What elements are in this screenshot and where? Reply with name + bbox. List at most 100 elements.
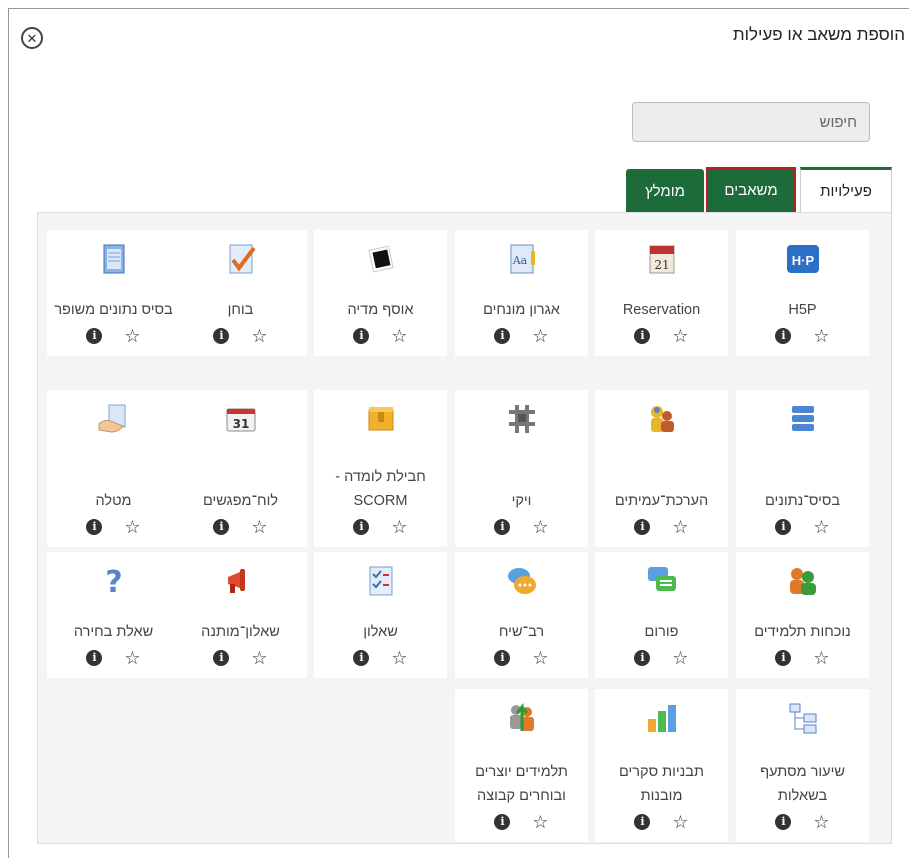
group-choice-icon <box>505 701 539 735</box>
tile-actions: i ☆ <box>455 518 588 536</box>
info-icon[interactable]: i <box>494 650 511 666</box>
info-icon[interactable]: i <box>353 650 370 666</box>
activity-tile[interactable]: ויקי i ☆ <box>455 390 588 547</box>
activity-tile[interactable]: 21 Reservation i ☆ <box>595 230 728 356</box>
star-icon[interactable]: ☆ <box>813 327 829 345</box>
star-icon[interactable]: ☆ <box>532 649 548 667</box>
star-icon[interactable]: ☆ <box>672 518 688 536</box>
glossary-icon: Aa <box>505 242 539 276</box>
activity-tile[interactable]: Aa אגרון מונחים i ☆ <box>455 230 588 356</box>
activity-tile[interactable]: תלמידים יוצרים ובוחרים קבוצה i ☆ <box>455 689 588 842</box>
activity-tile[interactable]: הערכת־עמיתים i ☆ <box>595 390 728 547</box>
activity-tile[interactable]: ? שאלת בחירה i ☆ <box>47 552 180 678</box>
forum-icon <box>645 564 679 598</box>
question-mark-icon: ? <box>97 564 131 600</box>
activity-tile[interactable]: 31 לוח־מפגשים i ☆ <box>174 390 307 547</box>
activity-tile[interactable]: מטלה i ☆ <box>47 390 180 547</box>
survey-chart-icon <box>645 701 679 735</box>
info-icon[interactable]: i <box>775 814 792 830</box>
info-icon[interactable]: i <box>494 328 511 344</box>
quiz-checkmark-icon <box>224 242 258 276</box>
calendar-page-icon: 21 <box>645 242 679 276</box>
activity-name: שיעור מסתעף בשאלות <box>760 764 845 804</box>
h5p-icon: H·P <box>786 242 820 276</box>
star-icon[interactable]: ☆ <box>391 649 407 667</box>
activity-tile[interactable]: H·P H5P i ☆ <box>736 230 869 356</box>
activity-tile[interactable]: שאלון־מותנה i ☆ <box>174 552 307 678</box>
close-icon[interactable]: ✕ <box>21 27 43 49</box>
activity-tile[interactable]: אוסף מדיה i ☆ <box>314 230 447 356</box>
info-icon[interactable]: i <box>634 328 651 344</box>
star-icon[interactable]: ☆ <box>124 649 140 667</box>
info-icon[interactable]: i <box>86 328 103 344</box>
star-icon[interactable]: ☆ <box>251 649 267 667</box>
tile-actions: i ☆ <box>736 518 869 536</box>
info-icon[interactable]: i <box>494 519 511 535</box>
info-icon[interactable]: i <box>353 328 370 344</box>
tab-bar: מומלץ משאבים פעילויות <box>626 167 892 213</box>
star-icon[interactable]: ☆ <box>391 518 407 536</box>
activity-tile[interactable]: בסיס־נתונים i ☆ <box>736 390 869 547</box>
activity-name: בוחן <box>227 302 254 318</box>
activity-name: H5P <box>788 302 817 318</box>
activity-name: מטלה <box>95 493 132 509</box>
info-icon[interactable]: i <box>213 328 230 344</box>
activity-tile[interactable]: שיעור מסתעף בשאלות i ☆ <box>736 689 869 842</box>
svg-text:31: 31 <box>232 417 249 431</box>
info-icon[interactable]: i <box>775 650 792 666</box>
info-icon[interactable]: i <box>213 519 230 535</box>
tile-actions: i ☆ <box>736 813 869 831</box>
activity-name: שאלון־מותנה <box>201 624 280 640</box>
info-icon[interactable]: i <box>775 328 792 344</box>
star-icon[interactable]: ☆ <box>251 518 267 536</box>
megaphone-icon <box>224 564 258 598</box>
activity-tile[interactable]: בסיס נתונים משופר i ☆ <box>47 230 180 356</box>
tile-actions: i ☆ <box>736 327 869 345</box>
document-icon <box>97 242 131 276</box>
star-icon[interactable]: ☆ <box>391 327 407 345</box>
activity-name: הערכת־עמיתים <box>614 493 709 509</box>
star-icon[interactable]: ☆ <box>813 518 829 536</box>
star-icon[interactable]: ☆ <box>813 649 829 667</box>
activity-tile[interactable]: פורום i ☆ <box>595 552 728 678</box>
activity-name: Reservation <box>622 302 701 318</box>
star-icon[interactable]: ☆ <box>672 813 688 831</box>
activity-name: פורום <box>644 624 679 640</box>
tile-actions: i ☆ <box>314 327 447 345</box>
media-collection-icon <box>364 242 398 276</box>
activity-tile[interactable]: תבניות סקרים מובנות i ☆ <box>595 689 728 842</box>
activity-tile[interactable]: נוכחות תלמידים i ☆ <box>736 552 869 678</box>
activity-tile[interactable]: בוחן i ☆ <box>174 230 307 356</box>
info-icon[interactable]: i <box>86 650 103 666</box>
star-icon[interactable]: ☆ <box>532 813 548 831</box>
tab-resources[interactable]: משאבים <box>706 167 796 213</box>
activity-name: שאלת בחירה <box>73 624 154 640</box>
star-icon[interactable]: ☆ <box>532 518 548 536</box>
tile-actions: i ☆ <box>314 518 447 536</box>
info-icon[interactable]: i <box>494 814 511 830</box>
questionnaire-icon <box>364 564 398 598</box>
star-icon[interactable]: ☆ <box>124 518 140 536</box>
star-icon[interactable]: ☆ <box>124 327 140 345</box>
star-icon[interactable]: ☆ <box>813 813 829 831</box>
info-icon[interactable]: i <box>775 519 792 535</box>
info-icon[interactable]: i <box>353 519 370 535</box>
activity-name: תבניות סקרים מובנות <box>618 764 705 804</box>
info-icon[interactable]: i <box>634 650 651 666</box>
star-icon[interactable]: ☆ <box>532 327 548 345</box>
star-icon[interactable]: ☆ <box>672 327 688 345</box>
info-icon[interactable]: i <box>86 519 103 535</box>
star-icon[interactable]: ☆ <box>251 327 267 345</box>
activity-tile[interactable]: רב־שיח i ☆ <box>455 552 588 678</box>
activity-tile[interactable]: חבילת לומדה - SCORM i ☆ <box>314 390 447 547</box>
activity-name: שאלון <box>363 624 398 640</box>
info-icon[interactable]: i <box>213 650 230 666</box>
search-input[interactable] <box>632 102 870 142</box>
tab-recommended[interactable]: מומלץ <box>626 169 704 213</box>
tab-activities[interactable]: פעילויות <box>800 167 892 213</box>
info-icon[interactable]: i <box>634 814 651 830</box>
star-icon[interactable]: ☆ <box>672 649 688 667</box>
activity-tile[interactable]: שאלון i ☆ <box>314 552 447 678</box>
info-icon[interactable]: i <box>634 519 651 535</box>
activity-name: רב־שיח <box>498 624 545 640</box>
